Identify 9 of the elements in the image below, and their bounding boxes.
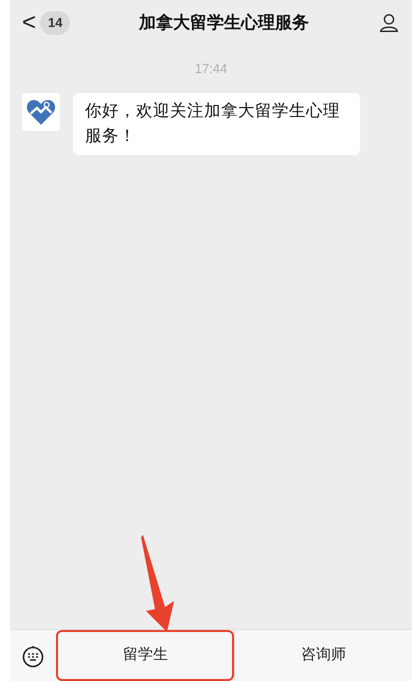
timestamp: 17:44 bbox=[194, 60, 228, 78]
message-bubble: 你好，欢迎关注加拿大留学生心理服务！ bbox=[73, 92, 360, 154]
menu-item[interactable]: 咨询师 bbox=[234, 630, 412, 681]
chat-title: 加拿大留学生心理服务 bbox=[138, 12, 310, 34]
keyboard-icon[interactable] bbox=[21, 644, 45, 668]
back-button[interactable]: < bbox=[22, 11, 36, 35]
unread-badge: 14 bbox=[40, 11, 70, 35]
profile-icon[interactable] bbox=[378, 12, 400, 34]
menu-item[interactable]: 留学生 bbox=[56, 630, 234, 681]
